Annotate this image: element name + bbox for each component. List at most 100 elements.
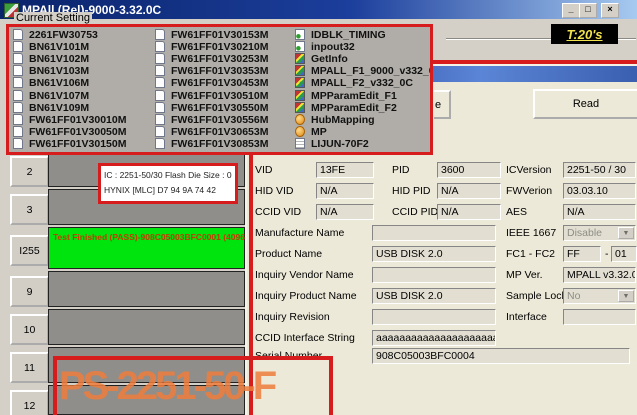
maximize-button[interactable]: □: [579, 3, 597, 18]
field-inquiry-product-name[interactable]: USB DISK 2.0: [372, 288, 496, 304]
dropdown-arrow-icon[interactable]: ▼: [618, 290, 634, 302]
file-item[interactable]: MPParamEdit_F2: [9, 101, 430, 114]
update-button-partial[interactable]: e: [434, 90, 451, 119]
label-fc1-fc2: FC1 - FC2: [506, 248, 556, 260]
close-button[interactable]: ×: [601, 3, 619, 18]
field-product-name[interactable]: USB DISK 2.0: [372, 246, 496, 262]
fc-separator: -: [605, 248, 609, 260]
field-manufacture-name[interactable]: [372, 225, 496, 241]
port-button[interactable]: 11: [10, 352, 49, 383]
doc-green-file-icon: [295, 41, 305, 53]
timer-display: T:20's: [551, 24, 618, 44]
field-mp-ver[interactable]: MPALL v3.32.0C: [563, 267, 636, 283]
dropdown-arrow-icon[interactable]: ▼: [618, 227, 634, 239]
label-interface: Interface: [506, 311, 547, 323]
field-ccid-interface-string[interactable]: aaaaaaaaaaaaaaaaaaaaaaaaaa: [372, 330, 496, 346]
field-aes[interactable]: N/A: [563, 204, 636, 220]
app-file-icon: [295, 65, 305, 77]
file-item-label: MP: [311, 125, 327, 138]
file-item-label: HubMapping: [311, 113, 375, 126]
port-button[interactable]: 2: [10, 156, 49, 187]
label-pid: PID: [392, 164, 410, 176]
file-item-label: LIJUN-70F2: [311, 137, 369, 150]
field-serial-number[interactable]: 908C05003BFC0004: [372, 348, 630, 364]
label-sample-lock: Sample Lock: [506, 290, 567, 302]
port-button[interactable]: 10: [10, 314, 49, 345]
label-ieee-1667: IEEE 1667: [506, 227, 557, 239]
file-item[interactable]: MP: [9, 125, 430, 138]
controller-name-text: PS-2251-50-F: [59, 364, 277, 408]
doc-green-file-icon: [295, 29, 305, 40]
label-hid-vid: HID VID: [255, 185, 294, 197]
label-aes: AES: [506, 206, 528, 218]
file-item[interactable]: HubMapping: [9, 113, 430, 126]
field-inquiry-vendor-name[interactable]: [372, 267, 496, 283]
label-fwverion: FWVerion: [506, 185, 553, 197]
port-status-bar: [48, 309, 245, 345]
file-item-label: GetInfo: [311, 53, 348, 66]
file-item[interactable]: LIJUN-70F2: [9, 137, 430, 150]
field-fc1[interactable]: FF: [563, 246, 601, 262]
port-button[interactable]: 3: [10, 194, 49, 225]
field-fc2[interactable]: 01: [611, 246, 637, 262]
file-item[interactable]: MPParamEdit_F1: [9, 89, 430, 102]
ic-info-line2: HYNIX [MLC] D7 94 9A 74 42: [104, 185, 216, 195]
app-file-icon: [295, 77, 305, 89]
field-ccid-vid[interactable]: N/A: [316, 204, 374, 220]
label-inquiry-vendor-name: Inquiry Vendor Name: [255, 269, 354, 281]
app-file-icon: [295, 101, 305, 113]
label-icversion: ICVersion: [506, 164, 552, 176]
field-icversion[interactable]: 2251-50 / 30: [563, 162, 636, 178]
field-inquiry-revision[interactable]: [372, 309, 496, 325]
file-list: 2261FW30753 BN61V101M BN61V102M BN61V103M BN…: [6, 24, 433, 155]
file-item-label: IDBLK_TIMING: [311, 29, 386, 41]
port-button[interactable]: I255: [10, 235, 49, 266]
app-file-icon: [295, 89, 305, 101]
field-vid[interactable]: 13FE: [316, 162, 374, 178]
label-ccid-interface-string: CCID Interface String: [255, 332, 355, 344]
app-file-icon: [295, 53, 305, 65]
file-item-label: MPParamEdit_F2: [311, 101, 397, 114]
window-titlebar[interactable]: MPAll (Rel)-9000-3.32.0C _ □ ×: [0, 0, 637, 19]
mpall-window: MPAll (Rel)-9000-3.32.0C _ □ × Current S…: [0, 0, 637, 415]
file-item[interactable]: GetInfo: [9, 53, 430, 65]
label-inquiry-product-name: Inquiry Product Name: [255, 290, 357, 302]
ic-info-tooltip: IC : 2251-50/30 Flash Die Size : 0 HYNIX…: [98, 163, 238, 204]
label-inquiry-revision: Inquiry Revision: [255, 311, 330, 323]
file-item[interactable]: MPALL_F1_9000_v332_0C: [9, 65, 430, 77]
file-item-label: MPALL_F1_9000_v332_0C: [311, 65, 433, 78]
field-fwverion[interactable]: 03.03.10: [563, 183, 636, 199]
annotation-line-top: [430, 60, 637, 64]
field-ccid-pid[interactable]: N/A: [437, 204, 501, 220]
label-manufacture-name: Manufacture Name: [255, 227, 345, 239]
current-setting-group-label: Current Setting: [14, 12, 92, 24]
label-product-name: Product Name: [255, 248, 323, 260]
field-pid[interactable]: 3600: [437, 162, 501, 178]
read-button[interactable]: Read: [533, 89, 637, 119]
port-status-bar: Test Finished (PASS)-908C05003BFC0001 (4…: [48, 227, 263, 269]
field-interface[interactable]: [563, 309, 636, 325]
orange-file-icon: [295, 113, 305, 125]
port-button[interactable]: 9: [10, 276, 49, 307]
orange-file-icon: [295, 125, 305, 137]
field-sample-lock[interactable]: No ▼: [563, 288, 636, 304]
controller-annotation-box: PS-2251-50-F: [53, 356, 333, 415]
file-item[interactable]: MPALL_F2_v332_0C: [9, 77, 430, 89]
label-ccid-vid: CCID VID: [255, 206, 302, 218]
label-vid: VID: [255, 164, 273, 176]
port-status-text: Test Finished (PASS)-908C05003BFC0001 (4…: [53, 232, 264, 242]
label-mp-ver: MP Ver.: [506, 269, 543, 281]
minimize-button[interactable]: _: [562, 3, 580, 18]
port-button[interactable]: 12: [10, 390, 49, 415]
label-ccid-pid: CCID PID: [392, 206, 439, 218]
label-hid-pid: HID PID: [392, 185, 431, 197]
file-item-label: MPParamEdit_F1: [311, 89, 397, 102]
field-hid-vid[interactable]: N/A: [316, 183, 374, 199]
file-item[interactable]: IDBLK_TIMING: [9, 29, 430, 41]
port-status-bar: [48, 271, 245, 307]
file-item-label: inpout32: [311, 41, 355, 54]
file-item-label: MPALL_F2_v332_0C: [311, 77, 413, 90]
file-item[interactable]: inpout32: [9, 41, 430, 53]
field-ieee-1667[interactable]: Disable ▼: [563, 225, 636, 241]
field-hid-pid[interactable]: N/A: [437, 183, 501, 199]
